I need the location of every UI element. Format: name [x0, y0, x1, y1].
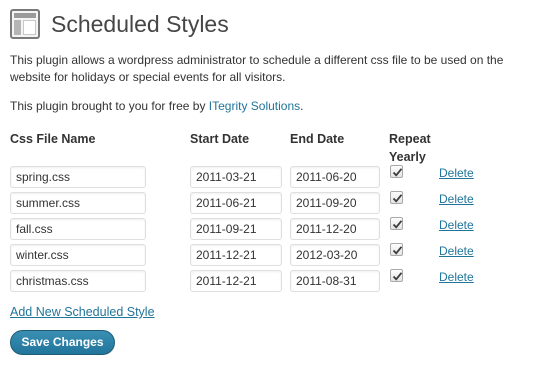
start-date-input[interactable]: 2011-03-21 [190, 166, 282, 188]
repeat-yearly-checkbox[interactable] [390, 269, 403, 282]
itegrity-solutions-link[interactable]: ITegrity Solutions [209, 99, 300, 113]
style-row: spring.css 2011-03-21 2011-06-20 Delete [0, 165, 538, 192]
column-header-start-date: Start Date [190, 132, 250, 146]
style-row: summer.css 2011-06-21 2011-09-20 Delete [0, 191, 538, 218]
delete-link[interactable]: Delete [439, 244, 474, 258]
column-header-repeat-line2: Yearly [389, 150, 426, 164]
add-new-scheduled-style-link[interactable]: Add New Scheduled Style [10, 305, 155, 319]
save-changes-button[interactable]: Save Changes [10, 330, 115, 355]
end-date-input[interactable]: 2011-09-20 [290, 192, 380, 214]
repeat-yearly-checkbox[interactable] [390, 191, 403, 204]
column-header-file: Css File Name [10, 132, 96, 146]
repeat-yearly-checkbox[interactable] [390, 165, 403, 178]
checkmark-icon [392, 272, 403, 281]
start-date-input[interactable]: 2011-06-21 [190, 192, 282, 214]
start-date-input[interactable]: 2011-12-21 [190, 244, 282, 266]
repeat-yearly-checkbox[interactable] [390, 217, 403, 230]
plugin-credit: This plugin brought to you for free by I… [10, 99, 304, 113]
checkmark-icon [392, 246, 403, 255]
settings-page-icon [10, 9, 40, 39]
column-header-repeat: Repeat Yearly [389, 130, 431, 166]
css-file-input[interactable]: fall.css [10, 218, 146, 240]
checkmark-icon [392, 168, 403, 177]
start-date-input[interactable]: 2011-09-21 [190, 218, 282, 240]
end-date-input[interactable]: 2011-06-20 [290, 166, 380, 188]
checkmark-icon [392, 220, 403, 229]
repeat-yearly-checkbox[interactable] [390, 243, 403, 256]
credit-prefix: This plugin brought to you for free by [10, 99, 209, 113]
end-date-input[interactable]: 2012-03-20 [290, 244, 380, 266]
style-row: fall.css 2011-09-21 2011-12-20 Delete [0, 217, 538, 244]
credit-suffix: . [300, 99, 304, 113]
column-header-repeat-line1: Repeat [389, 132, 431, 146]
css-file-input[interactable]: summer.css [10, 192, 146, 214]
css-file-input[interactable]: christmas.css [10, 270, 146, 292]
checkmark-icon [392, 194, 403, 203]
delete-link[interactable]: Delete [439, 192, 474, 206]
end-date-input[interactable]: 2011-12-20 [290, 218, 380, 240]
page-header: Scheduled Styles [10, 6, 229, 42]
delete-link[interactable]: Delete [439, 166, 474, 180]
delete-link[interactable]: Delete [439, 270, 474, 284]
delete-link[interactable]: Delete [439, 218, 474, 232]
style-row: christmas.css 2011-12-21 2011-08-31 Dele… [0, 269, 538, 296]
plugin-description: This plugin allows a wordpress administr… [10, 53, 504, 84]
page-title: Scheduled Styles [51, 10, 229, 37]
css-file-input[interactable]: winter.css [10, 244, 146, 266]
column-header-end-date: End Date [290, 132, 345, 146]
css-file-input[interactable]: spring.css [10, 166, 146, 188]
end-date-input[interactable]: 2011-08-31 [290, 270, 380, 292]
style-row: winter.css 2011-12-21 2012-03-20 Delete [0, 243, 538, 270]
start-date-input[interactable]: 2011-12-21 [190, 270, 282, 292]
